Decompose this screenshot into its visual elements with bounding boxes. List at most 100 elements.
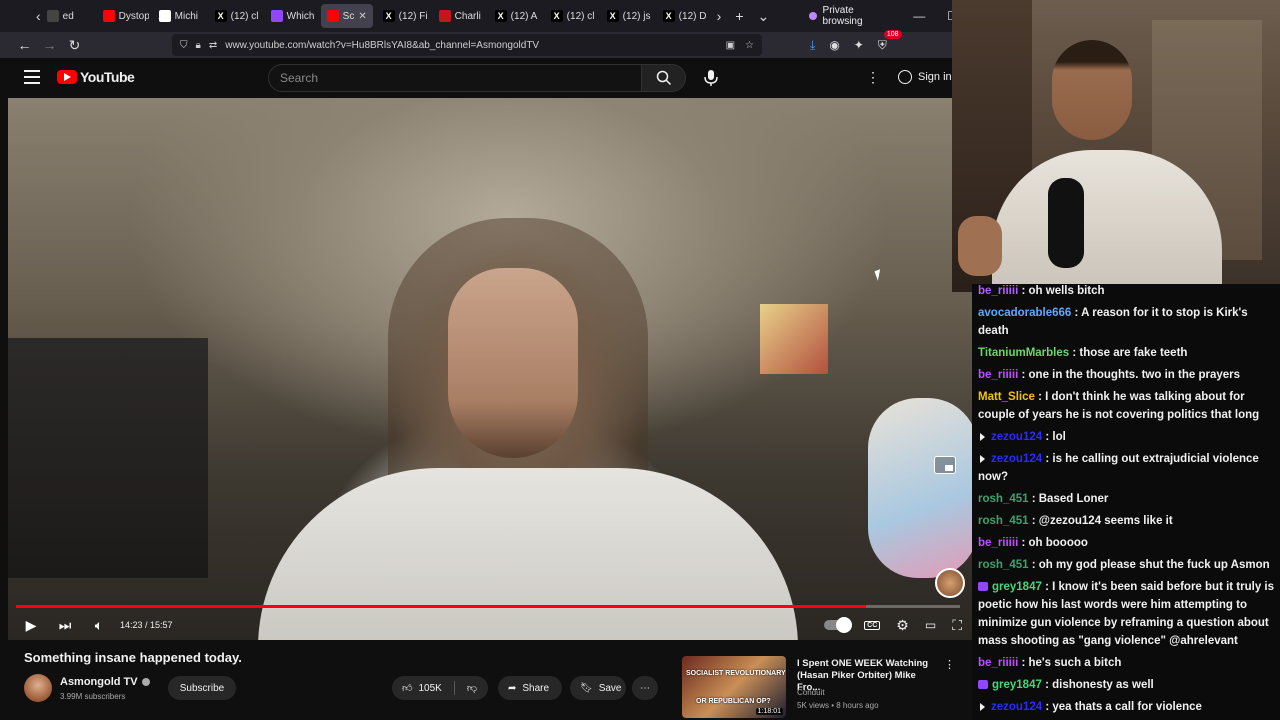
chat-text: oh my god please shut the fuck up Asmon: [1038, 559, 1270, 571]
chat-message: be_riiiii : one in the thoughts. two in …: [978, 366, 1276, 384]
bookmark-star-icon[interactable]: ☆: [745, 40, 754, 51]
chat-message: zezou124 : lol: [978, 428, 1276, 446]
back-arrow-icon[interactable]: ←: [12, 37, 37, 53]
search-placeholder: Search: [280, 71, 319, 85]
more-actions-button[interactable]: ⋯: [632, 676, 658, 700]
channel-name-text[interactable]: Asmongold TV: [60, 676, 138, 688]
settings-kebab-icon[interactable]: ⋮: [866, 69, 880, 86]
browser-tab[interactable]: ed: [41, 4, 93, 28]
browser-tab[interactable]: Dystop: [97, 4, 149, 28]
browser-tab[interactable]: Which: [265, 4, 317, 28]
channel-avatar[interactable]: [24, 674, 52, 702]
next-icon[interactable]: ⏭︎: [48, 617, 82, 634]
thumb-text-bottom: OR REPUBLICAN OP?: [696, 698, 771, 705]
tab-scroll-right-icon[interactable]: ›: [717, 8, 722, 24]
permissions-icon[interactable]: ⇄: [209, 40, 217, 51]
video-player[interactable]: [8, 98, 972, 640]
chat-username[interactable]: be_riiiii: [978, 369, 1018, 381]
picture-in-picture-icon[interactable]: ▣: [726, 40, 735, 51]
chat-username[interactable]: grey1847: [992, 581, 1042, 593]
like-divider: [453, 681, 455, 695]
download-icon[interactable]: ⤓: [810, 38, 815, 53]
chat-username[interactable]: rosh_451: [978, 559, 1029, 571]
captions-icon[interactable]: CC: [864, 620, 881, 630]
reload-icon[interactable]: ↻: [62, 37, 87, 54]
speaker-badge-icon: [980, 433, 985, 441]
sign-in-button[interactable]: Sign in: [898, 70, 952, 84]
chat-username[interactable]: avocadorable666: [978, 307, 1071, 319]
search-input[interactable]: Search: [268, 64, 642, 92]
progress-played: [16, 605, 866, 608]
tab-list-chevron-icon[interactable]: ⌄: [758, 8, 770, 25]
youtube-logo[interactable]: YouTube: [57, 69, 135, 85]
chat-username[interactable]: rosh_451: [978, 493, 1029, 505]
subscribe-button[interactable]: Subscribe: [168, 676, 236, 700]
volume-icon[interactable]: 🔈︎: [82, 617, 116, 634]
chat-username[interactable]: be_riiiii: [978, 285, 1018, 297]
chat-username[interactable]: be_riiiii: [978, 537, 1018, 549]
recommended-kebab-icon[interactable]: ⋮: [944, 658, 955, 671]
address-bar[interactable]: ⛉ 🔒︎ ⇄ www.youtube.com/watch?v=Hu8BRlsYA…: [172, 34, 762, 56]
browser-tab[interactable]: Charli: [433, 4, 485, 28]
settings-gear-icon[interactable]: ⚙: [896, 617, 909, 634]
webcam-overlay: [952, 0, 1280, 292]
browser-tab[interactable]: Sc ✕: [320, 4, 373, 28]
channel-watermark[interactable]: [935, 568, 965, 598]
chat-separator: :: [1041, 679, 1053, 691]
chat-separator: :: [1018, 369, 1029, 381]
like-count[interactable]: 105K: [418, 683, 441, 694]
chat-message: zezou124 : is he calling out extrajudici…: [978, 450, 1276, 486]
save-button[interactable]: 🔖︎ Save: [570, 676, 626, 700]
tab-close-icon[interactable]: ✕: [358, 11, 366, 22]
search-button[interactable]: [642, 64, 686, 92]
recommended-thumbnail[interactable]: SOCIALIST REVOLUTIONARY OR REPUBLICAN OP…: [682, 656, 786, 718]
like-thumb-icon[interactable]: 👍︎: [402, 682, 412, 694]
chat-separator: :: [1018, 285, 1029, 297]
tab-favicon-icon: X: [550, 10, 563, 22]
browser-tab[interactable]: X (12) Fi: [377, 4, 429, 28]
chat-username[interactable]: be_riiiii: [978, 657, 1018, 669]
chat-username[interactable]: zezou124: [991, 431, 1042, 443]
browser-tab[interactable]: X (12) D: [657, 4, 709, 28]
tab-label: Michi: [174, 10, 199, 22]
browser-tab[interactable]: X (12) cl: [209, 4, 261, 28]
new-tab-icon[interactable]: +: [735, 8, 743, 24]
play-icon[interactable]: ▶: [14, 617, 48, 634]
chat-username[interactable]: rosh_451: [978, 515, 1029, 527]
theater-mode-icon[interactable]: ▭: [925, 618, 936, 632]
share-button[interactable]: ➦ Share: [498, 676, 562, 700]
chat-username[interactable]: zezou124: [991, 701, 1042, 713]
video-title: Something insane happened today.: [24, 650, 242, 665]
menu-hamburger-icon[interactable]: [24, 70, 40, 84]
chat-separator: :: [1028, 559, 1039, 571]
forward-arrow-icon[interactable]: →: [37, 37, 62, 53]
browser-tab[interactable]: X (12) A: [489, 4, 541, 28]
browser-tab[interactable]: AP Michi: [153, 4, 205, 28]
chat-username[interactable]: zezou124: [991, 453, 1042, 465]
video-progress-bar[interactable]: [16, 605, 960, 608]
lock-icon[interactable]: 🔒︎: [196, 40, 201, 51]
miniplayer-icon[interactable]: [934, 456, 956, 474]
ublock-icon[interactable]: ⛨ 108: [878, 29, 902, 53]
browser-tab[interactable]: X (12) js: [601, 4, 653, 28]
minimize-icon[interactable]: —: [913, 9, 925, 23]
browser-tab[interactable]: X (12) cl: [545, 4, 597, 28]
chat-text: @zezou124 seems like it: [1038, 515, 1173, 527]
autoplay-toggle[interactable]: [824, 617, 853, 633]
url-text[interactable]: www.youtube.com/watch?v=Hu8BRlsYAI8&ab_c…: [225, 40, 539, 51]
dislike-thumb-icon[interactable]: 👎︎: [467, 682, 477, 694]
voice-search-mic-icon[interactable]: [704, 70, 718, 86]
channel-name[interactable]: Asmongold TV: [60, 676, 150, 688]
shield-icon[interactable]: ⛉: [180, 40, 188, 51]
account-icon[interactable]: ◉: [829, 38, 839, 52]
extensions-icon[interactable]: ✦: [854, 38, 864, 52]
chat-separator: :: [1071, 307, 1082, 319]
chat-separator: :: [1028, 493, 1039, 505]
fullscreen-icon[interactable]: ⛶: [952, 617, 962, 634]
chat-username[interactable]: TitaniumMarbles: [978, 347, 1069, 359]
chat-message: grey1847 : I know it's been said before …: [978, 578, 1276, 650]
recommended-channel[interactable]: Conduit: [797, 688, 825, 697]
chat-username[interactable]: Matt_Slice: [978, 391, 1035, 403]
chat-username[interactable]: grey1847: [992, 679, 1042, 691]
chat-text: lol: [1052, 431, 1066, 443]
